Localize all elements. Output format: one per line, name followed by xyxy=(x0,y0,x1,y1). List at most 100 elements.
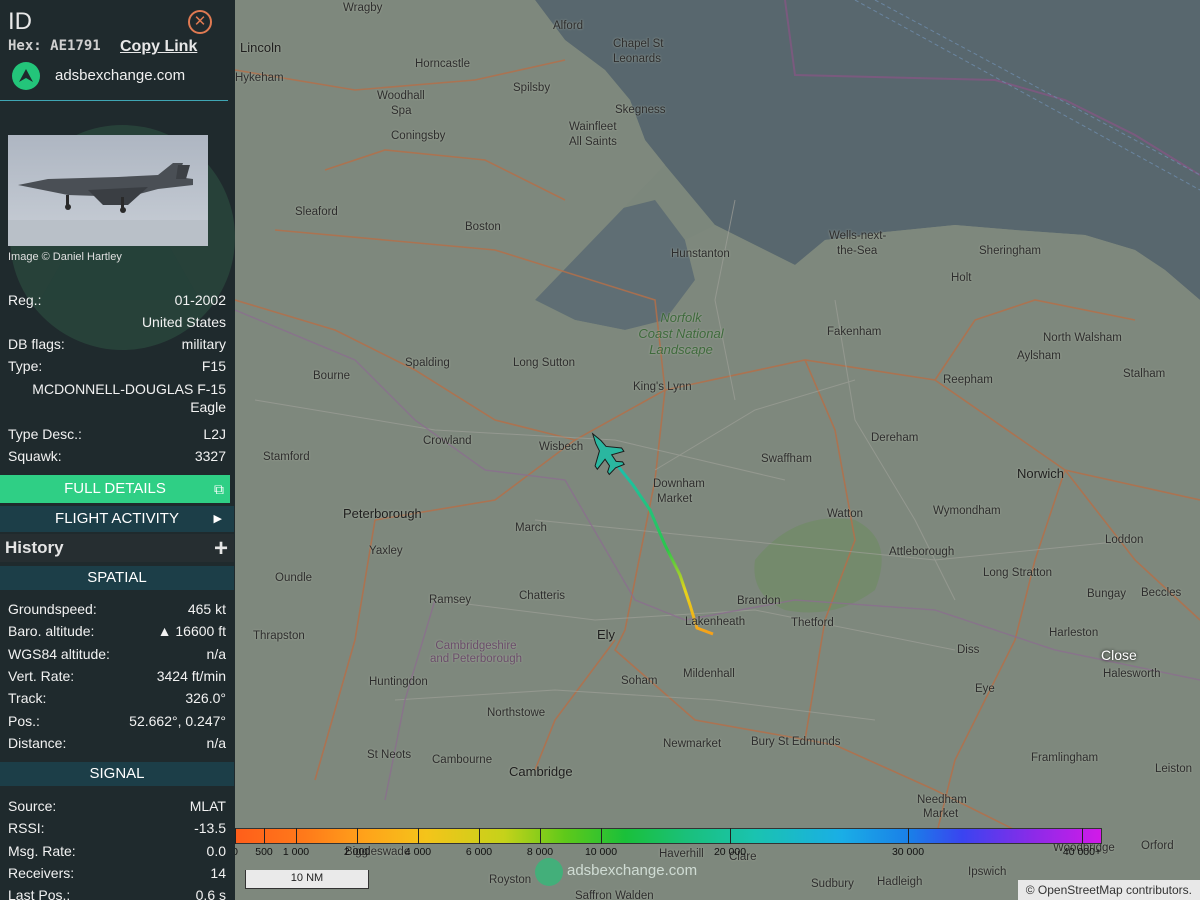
altitude-tick xyxy=(235,828,236,844)
close-button[interactable]: Close xyxy=(1101,647,1137,663)
flight-activity-button[interactable]: FLIGHT ACTIVITY ▶ xyxy=(0,506,234,532)
signal-label: Source: xyxy=(8,798,57,814)
type-full-value: MCDONNELL-DOUGLAS F-15 Eagle xyxy=(32,381,226,415)
reg-value[interactable]: 01-2002 xyxy=(175,292,226,308)
place-label: All Saints xyxy=(569,136,617,148)
distance-scale: 10 NM xyxy=(245,870,369,889)
spatial-label: Track: xyxy=(8,690,47,707)
place-label: Huntingdon xyxy=(369,676,428,688)
place-label: Sheringham xyxy=(979,245,1042,257)
aircraft-photo[interactable] xyxy=(8,135,208,246)
country-value: United States xyxy=(141,314,226,330)
place-label: St Neots xyxy=(367,749,412,761)
spatial-value: n/a xyxy=(206,734,226,751)
altitude-tick xyxy=(357,828,358,844)
map-view[interactable]: Wragby Alford Lincoln Hykeham Horncastle… xyxy=(235,0,1200,900)
place-label: the-Sea xyxy=(837,245,878,257)
altitude-gradient xyxy=(235,828,1102,844)
distance-scale-label: 10 NM xyxy=(290,872,324,884)
altitude-tick xyxy=(908,828,909,844)
spatial-value: n/a xyxy=(206,645,226,662)
place-label: Peterborough xyxy=(343,506,422,521)
place-label: Bourne xyxy=(313,370,351,382)
place-label: Lakenheath xyxy=(685,616,746,628)
dbflags-row: DB flags: military xyxy=(8,336,226,354)
place-label: Yaxley xyxy=(369,545,403,557)
park-name: Coast National xyxy=(638,326,724,341)
typedesc-value: L2J xyxy=(203,426,226,442)
place-label: Horncastle xyxy=(415,58,470,70)
place-label: Mildenhall xyxy=(683,668,735,680)
reg-label: Reg.: xyxy=(8,292,42,308)
place-label: Haverhill xyxy=(659,848,704,860)
spatial-row: Pos.: 52.662°, 0.247° xyxy=(8,713,226,731)
place-label: Attleborough xyxy=(889,546,955,558)
signal-row: Source: MLAT xyxy=(8,798,226,816)
place-label: Aylsham xyxy=(1017,350,1061,362)
type-row: Type: F15 xyxy=(8,358,226,376)
place-label: Cambourne xyxy=(432,754,493,766)
copy-link-button[interactable]: Copy Link xyxy=(120,38,197,56)
place-label: Long Stratton xyxy=(983,567,1053,579)
altitude-tick-label: 500 xyxy=(255,846,273,858)
altitude-tick xyxy=(730,828,731,844)
place-label: Skegness xyxy=(615,104,666,116)
altitude-tick-label: 40 000+ xyxy=(1062,846,1102,858)
place-label: Norwich xyxy=(1017,466,1064,481)
place-label: Cambridge xyxy=(509,764,573,779)
place-label: Wells-next- xyxy=(829,230,887,242)
place-label: Lincoln xyxy=(240,40,282,55)
altitude-tick-label: 1 000 xyxy=(282,846,310,858)
signal-row: Msg. Rate: 0.0 xyxy=(8,843,226,861)
spatial-value: ▲ 16600 ft xyxy=(157,623,226,640)
spatial-label: Distance: xyxy=(8,734,67,751)
spatial-value: 326.0° xyxy=(185,690,226,707)
place-label: Spilsby xyxy=(513,82,551,94)
spatial-row: Baro. altitude: ▲ 16600 ft xyxy=(8,623,226,641)
place-label: Market xyxy=(657,493,693,505)
spatial-value: 465 kt xyxy=(187,601,226,617)
spatial-row: Distance: n/a xyxy=(8,735,226,753)
place-label: Chapel St xyxy=(613,38,664,50)
place-label: Ipswich xyxy=(968,866,1007,878)
signal-row: Receivers: 14 xyxy=(8,865,226,883)
signal-label: Msg. Rate: xyxy=(8,842,76,859)
place-label: Diss xyxy=(957,644,980,656)
region-name: and Peterborough xyxy=(429,653,523,665)
signal-value: 0.0 xyxy=(206,842,226,859)
place-label: Bury St Edmunds xyxy=(751,736,841,748)
close-icon[interactable]: ✕ xyxy=(188,10,212,34)
aircraft-info-panel: ID ✕ Hex: AE1791 Copy Link adsbexchange.… xyxy=(0,0,235,900)
typedesc-label: Type Desc.: xyxy=(8,426,82,442)
place-label: Newmarket xyxy=(663,738,722,750)
place-label: Wainfleet xyxy=(569,121,617,133)
place-label: Wragby xyxy=(343,2,383,14)
typedesc-row: Type Desc.: L2J xyxy=(8,426,226,444)
reg-row: Reg.: 01-2002 xyxy=(8,292,226,310)
place-label: Spa xyxy=(391,105,412,117)
altitude-tick xyxy=(540,828,541,844)
region-label: Cambridgeshire and Peterborough xyxy=(423,640,529,666)
adsbexchange-logo-icon[interactable] xyxy=(12,62,40,90)
signal-row: RSSI: -13.5 xyxy=(8,820,226,838)
altitude-tick-label: 30 000 xyxy=(891,846,925,858)
history-header[interactable]: History + xyxy=(0,534,234,562)
full-details-button[interactable]: FULL DETAILS ⧉ xyxy=(0,475,230,503)
altitude-tick-label: 4 000 xyxy=(404,846,432,858)
place-label: Stalham xyxy=(1123,368,1166,380)
place-label: Royston xyxy=(489,874,532,886)
spatial-label: Vert. Rate: xyxy=(8,667,75,684)
map-attribution[interactable]: © OpenStreetMap contributors. xyxy=(1017,880,1200,900)
place-label: Watton xyxy=(827,508,864,520)
place-label: Market xyxy=(923,808,959,820)
place-label: Coningsby xyxy=(391,130,446,142)
place-label: Sleaford xyxy=(295,206,338,218)
photo-credit: Image © Daniel Hartley xyxy=(8,251,122,263)
place-label: Sudbury xyxy=(811,878,854,890)
altitude-tick-label: 0 xyxy=(235,846,238,858)
source-site-link[interactable]: adsbexchange.com xyxy=(55,67,185,84)
squawk-label: Squawk: xyxy=(8,448,62,464)
spatial-section-header: SPATIAL xyxy=(0,566,234,590)
plus-icon[interactable]: + xyxy=(214,535,228,563)
country-row: United States xyxy=(8,314,226,332)
